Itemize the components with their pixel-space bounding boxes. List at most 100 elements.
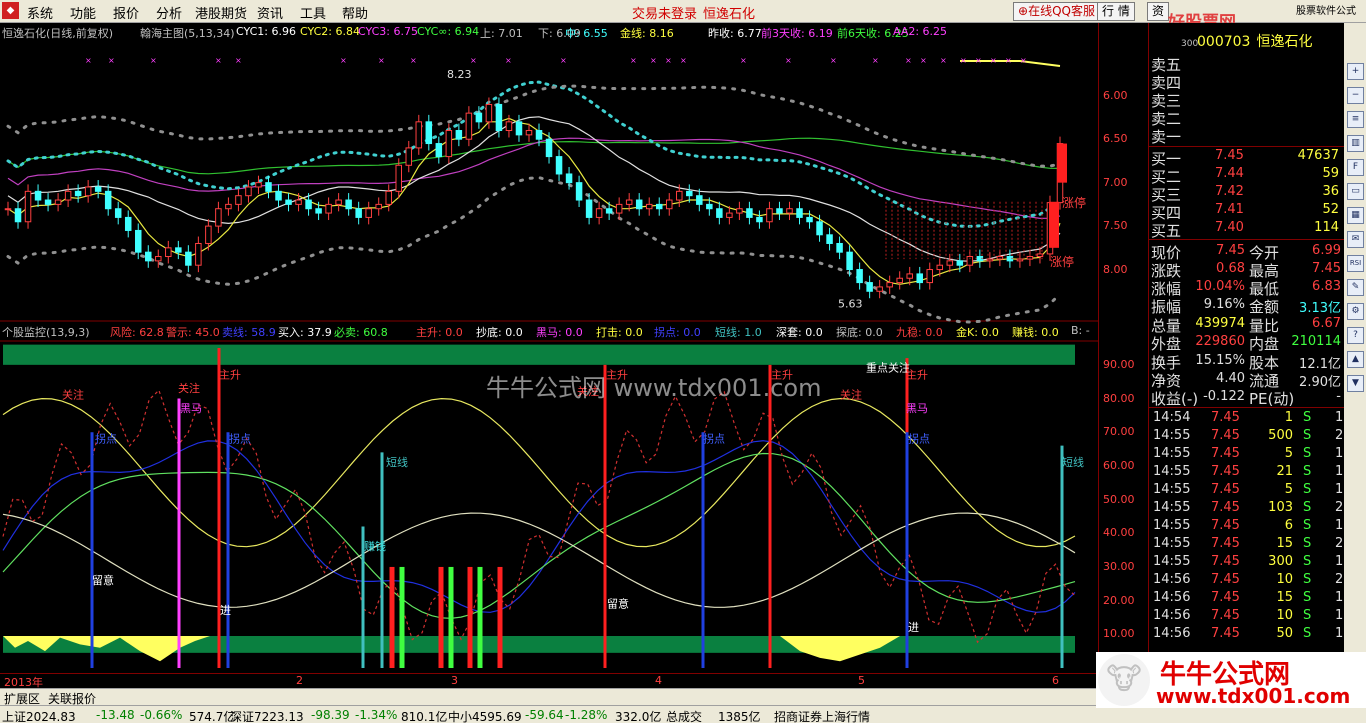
tick-price: 7.45 <box>1211 554 1240 569</box>
up-icon[interactable]: ▲ <box>1347 351 1364 368</box>
tick-row[interactable]: 14:54 7.45 1 S 1 <box>1151 410 1345 428</box>
grid-icon[interactable]: ▦ <box>1347 207 1364 224</box>
zoom-in-icon[interactable]: + <box>1347 63 1364 80</box>
buy-row-label: 买五 <box>1151 222 1182 240</box>
stat-value: 6.99 <box>1312 243 1341 258</box>
down-icon[interactable]: ▼ <box>1347 375 1364 392</box>
rsi-icon[interactable]: RSI <box>1347 255 1364 272</box>
candle-body <box>265 182 272 192</box>
list-icon[interactable]: ≡ <box>1347 111 1364 128</box>
f10-icon[interactable]: F <box>1347 159 1364 176</box>
tick-count: 2 <box>1335 572 1344 587</box>
menu-item-hk-futures[interactable]: 港股期货 <box>195 3 247 22</box>
tick-row[interactable]: 14:55 7.45 6 S 1 <box>1151 518 1345 536</box>
price-y-tick: 6.50 <box>1103 132 1128 146</box>
stat-label: 振幅 <box>1151 298 1182 316</box>
top-marker: × <box>1005 56 1012 65</box>
candle-body <box>54 199 62 205</box>
stat-label: PE(动) <box>1249 390 1295 408</box>
menu-item-help[interactable]: 帮助 <box>342 3 368 22</box>
y-axis: 8.00 7.50 7.00 6.50 6.00 10.00 20.00 30.00 40.0… <box>1098 23 1149 688</box>
tick-count: 1 <box>1335 608 1344 623</box>
tick-time: 14:56 <box>1153 608 1191 623</box>
candle-body <box>535 130 543 140</box>
candle-body <box>876 286 883 292</box>
price-title-item: 中: 6.55 <box>565 27 608 40</box>
top-marker: × <box>990 56 997 65</box>
candle-body <box>485 103 493 123</box>
menu-item-system[interactable]: 系统 <box>27 3 53 22</box>
menu-item-tools[interactable]: 工具 <box>300 3 326 22</box>
tick-row[interactable]: 14:55 7.45 15 S 2 <box>1151 536 1345 554</box>
buy-row-price: 7.45 <box>1215 148 1244 163</box>
online-service-button[interactable]: ⊕在线QQ客服 <box>1013 2 1100 21</box>
menu-item-quote[interactable]: 报价 <box>113 3 139 22</box>
divider <box>1149 146 1345 147</box>
help-icon[interactable]: ? <box>1347 327 1364 344</box>
follow-line-white <box>2 512 1076 608</box>
candle-body <box>465 112 473 140</box>
indicator-title-item: 警示: 45.0 <box>166 326 220 339</box>
tick-row[interactable]: 14:55 7.45 21 S 1 <box>1151 464 1345 482</box>
app-logo-icon[interactable]: ◆ <box>2 2 19 19</box>
tick-time: 14:56 <box>1153 590 1191 605</box>
settings-icon[interactable]: ⚙ <box>1347 303 1364 320</box>
top-marker: × <box>650 56 657 65</box>
tick-time: 14:56 <box>1153 572 1191 587</box>
tick-row[interactable]: 14:56 7.45 10 S 2 <box>1151 572 1345 590</box>
info-button[interactable]: 资 <box>1147 2 1170 21</box>
kline-and-indicator-chart[interactable]: 8.235.63涨停涨停× × × × × × × × × × × × × × × × × × × × × × × × × × ×关… <box>0 23 1098 673</box>
stat-value: -0.122 <box>1203 389 1245 404</box>
tick-price: 7.45 <box>1211 428 1240 443</box>
tool-icon[interactable]: ✎ <box>1347 279 1364 296</box>
tick-row[interactable]: 14:56 7.45 10 S 1 <box>1151 608 1345 626</box>
candle-body <box>615 203 623 214</box>
quote-button[interactable]: 行 情 <box>1097 2 1135 21</box>
signal-label: 关注 <box>178 381 200 395</box>
menu-bar: ◆ 系统 功能 报价 分析 港股期货 资讯 工具 帮助 交易未登录 恒逸石化 ⊕… <box>0 0 1366 53</box>
online-service-label: 在线QQ客服 <box>1028 4 1095 18</box>
status-item: 中小4595.69 <box>448 710 522 723</box>
price-title-item: 金线: 8.16 <box>620 27 674 40</box>
stat-value: 10.04% <box>1195 279 1245 294</box>
tick-side: S <box>1303 464 1312 479</box>
signal-label: 短线 <box>386 455 408 469</box>
tick-price: 7.45 <box>1211 608 1240 623</box>
tick-row[interactable]: 14:56 7.45 50 S 1 <box>1151 626 1345 644</box>
chart-icon[interactable]: ▥ <box>1347 135 1364 152</box>
candle-body <box>555 156 563 175</box>
trade-login-status[interactable]: 交易未登录 <box>632 3 697 22</box>
candle-body <box>74 190 82 197</box>
tick-count: 1 <box>1335 410 1344 425</box>
status-item: 574.7亿 <box>189 710 236 723</box>
candle-body <box>886 282 893 288</box>
menu-item-function[interactable]: 功能 <box>70 3 96 22</box>
tick-count: 1 <box>1335 446 1344 461</box>
menu-item-analysis[interactable]: 分析 <box>156 3 182 22</box>
tick-row[interactable]: 14:55 7.45 300 S 1 <box>1151 554 1345 572</box>
tick-count: 1 <box>1335 464 1344 479</box>
indicator-y-tick: 40.00 <box>1103 526 1135 540</box>
indicator-title-item: 主升: 0.0 <box>416 326 463 339</box>
chart-area[interactable]: 8.23 5.63 涨停 涨停 × × × × × × × × × × × × × × × × × × × × × × × × × × × 关… <box>0 23 1149 689</box>
tick-row[interactable]: 14:56 7.45 15 S 1 <box>1151 590 1345 608</box>
stat-value: - <box>1336 389 1341 404</box>
indicator-title-item: 金K: 0.0 <box>956 326 999 339</box>
signal-label: 拐点 <box>229 431 251 445</box>
tick-side: S <box>1303 572 1312 587</box>
candle-body <box>906 273 913 279</box>
indicator-title-item: 风险: 62.8 <box>110 326 164 339</box>
tick-row[interactable]: 14:55 7.45 5 S 1 <box>1151 446 1345 464</box>
tick-row[interactable]: 14:55 7.45 103 S 2 <box>1151 500 1345 518</box>
tick-price: 7.45 <box>1211 482 1240 497</box>
stat-label: 金额 <box>1249 298 1280 316</box>
news-icon[interactable]: ✉ <box>1347 231 1364 248</box>
zoom-out-icon[interactable]: − <box>1347 87 1364 104</box>
stat-value: 7.45 <box>1216 243 1245 258</box>
tick-row[interactable]: 14:55 7.45 500 S 2 <box>1151 428 1345 446</box>
window-icon[interactable]: ▭ <box>1347 183 1364 200</box>
tick-row[interactable]: 14:55 7.45 5 S 1 <box>1151 482 1345 500</box>
menu-item-news[interactable]: 资讯 <box>257 3 283 22</box>
status-item: 招商证券上海行情 <box>774 710 871 723</box>
tick-price: 7.45 <box>1211 590 1240 605</box>
